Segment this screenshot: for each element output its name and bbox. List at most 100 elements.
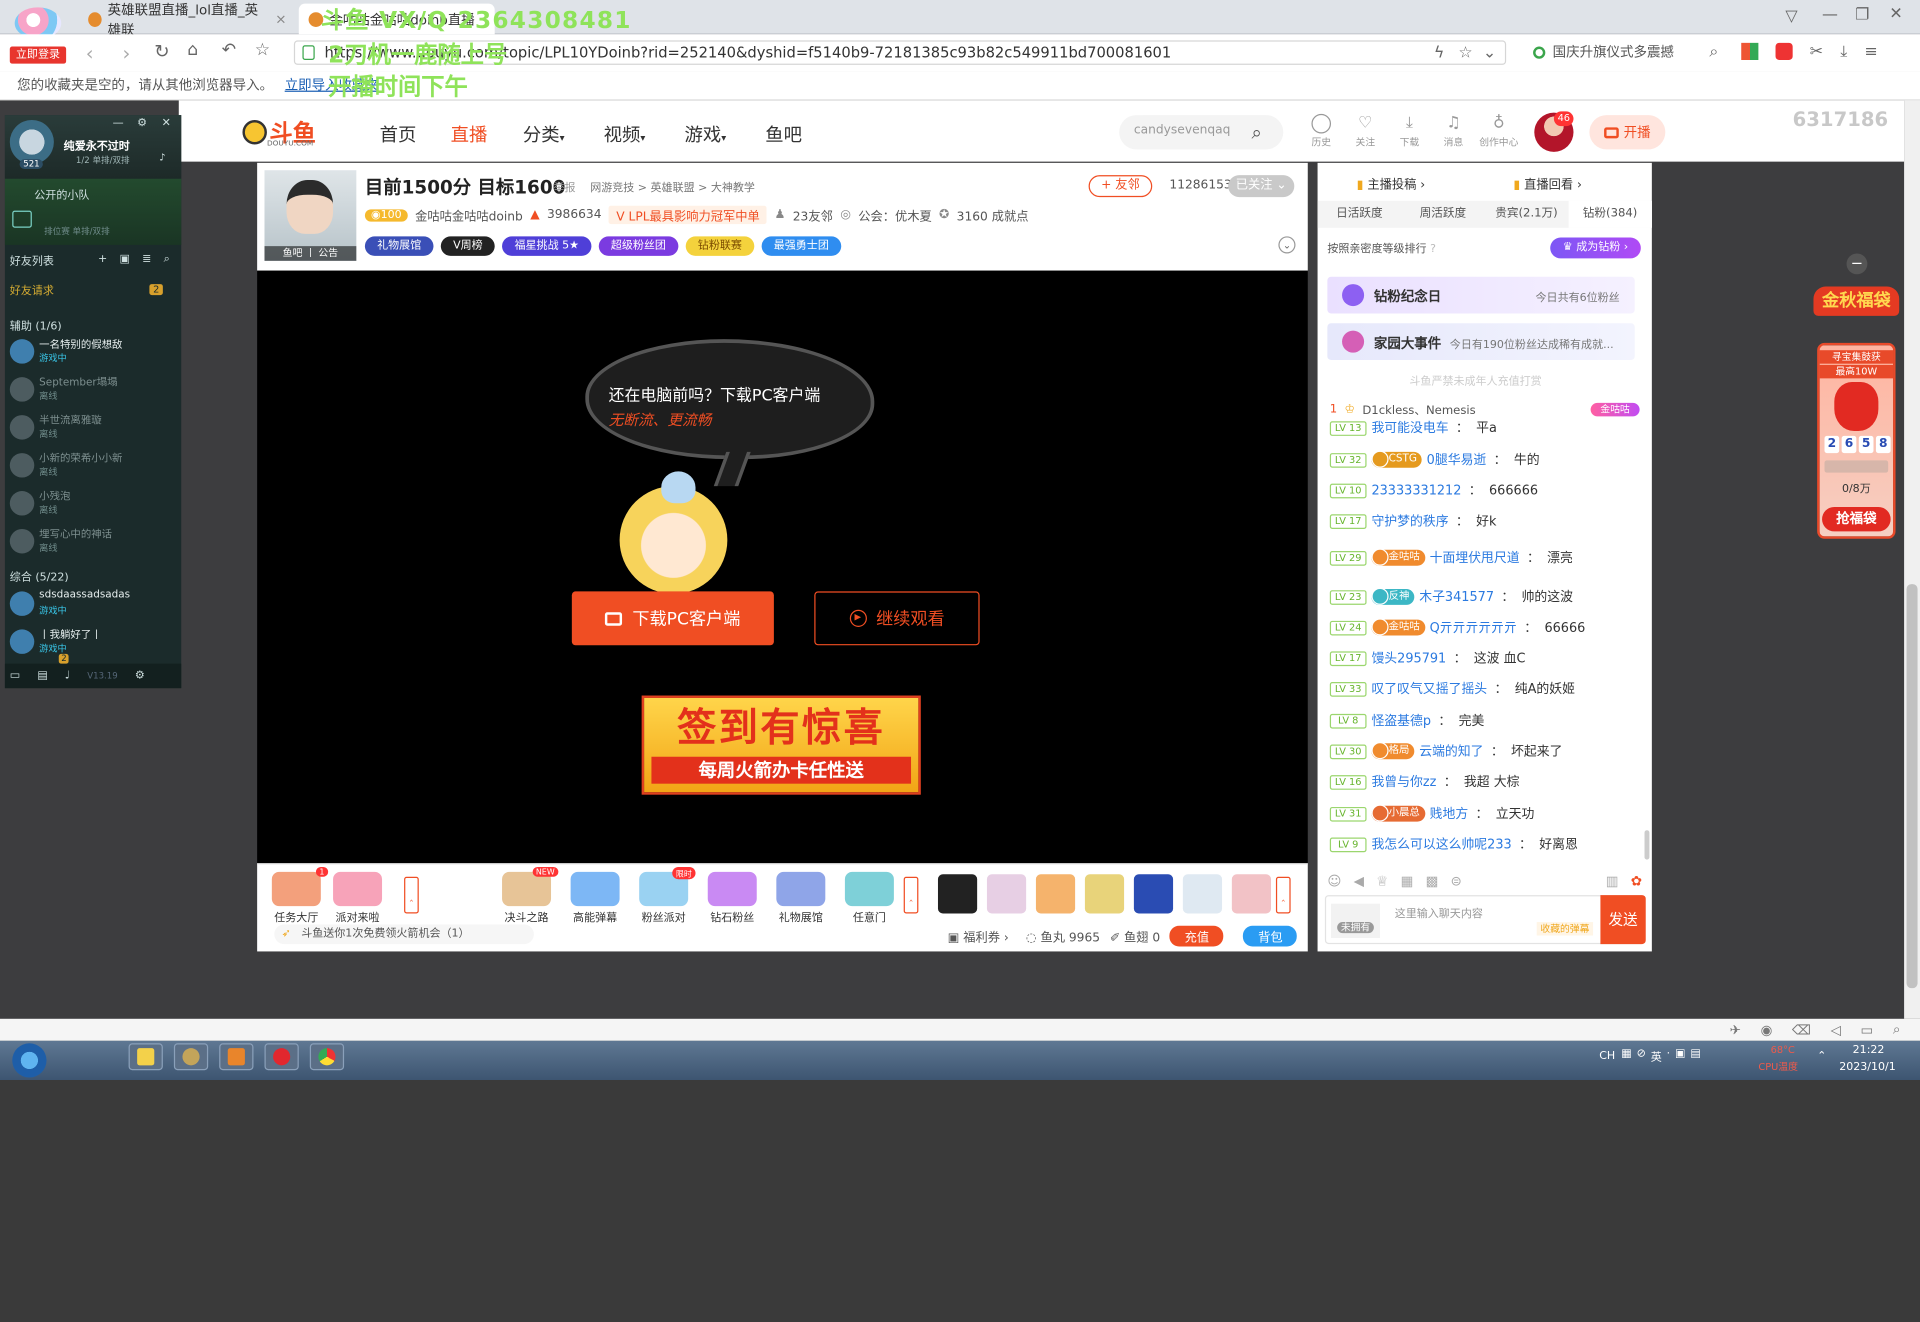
free-rocket-notice[interactable]: ➶ 斗鱼送你1次免费领火箭机会（1） [274,924,534,945]
download-button[interactable]: ⤓ 下载 [1391,114,1428,150]
chat-username[interactable]: 守护梦的秩序 [1371,512,1448,530]
qq-list-icon[interactable]: ≣ [142,253,151,265]
nav-video[interactable]: 视频▾ [604,121,646,147]
gift-entry[interactable]: 钻石粉丝 [703,871,762,924]
chat-message[interactable]: LV 23 反神 木子341577 ： 帅的这波 [1329,587,1573,606]
chat-message[interactable]: LV 8 怪盗基德p ： 完美 [1329,711,1484,729]
page-scrollbar[interactable] [1904,100,1920,1019]
chat-username[interactable]: 贱地方 [1430,804,1469,822]
diamond-anniversary-notice[interactable]: 钻粉纪念日 今日共有6位粉丝 [1327,276,1635,314]
download-icon[interactable]: ⤓ [1840,43,1847,61]
refresh-icon[interactable]: ↻ [154,40,169,62]
room-chip[interactable]: 最强勇士团 [761,236,842,256]
tray-language[interactable]: CH [1599,1051,1615,1063]
qq-search-icon[interactable]: ⌕ [164,253,170,265]
qq-avatar[interactable] [9,120,54,165]
taskbar-app-yellow[interactable] [128,1043,163,1071]
friends-count[interactable]: 23友邻 [793,206,833,224]
backpack-button[interactable]: 背包 [1243,925,1298,947]
qq-friend-row[interactable]: 小残泡 离线 [5,485,181,523]
taskbar-app-lol[interactable] [173,1043,209,1071]
home-icon[interactable]: ⌂ [187,40,198,60]
history-button[interactable]: 历史 [1303,113,1340,150]
lucky-bag-widget[interactable]: 金秋福袋 寻宝集鼓获 最高10W 2658 0/8万 抢福袋 [1813,284,1900,561]
browser-search-box[interactable]: 国庆升旗仪式多震撼 ⌕ [1528,40,1729,64]
chat-username[interactable]: 我曾与你zz [1371,773,1436,791]
search-icon[interactable]: ⌕ [1709,40,1718,64]
favorite-icon[interactable]: ☆ [1458,43,1472,65]
expand-chevron-icon[interactable]: ⌄ [1278,236,1296,254]
chat-message[interactable]: LV 10 23333331212 ： 666666 [1329,481,1538,499]
status-share-icon[interactable]: ✈ [1730,1022,1741,1038]
gift-rocket-icon[interactable] [1133,874,1174,914]
room-chip[interactable]: 福星挑战 5★ [502,236,592,256]
rank-tab[interactable]: 周活跃度 [1401,201,1485,228]
qq-friend-row[interactable]: 小新的荣希小小新 离线 [5,447,181,485]
qq-friend-row[interactable]: 丨我躺好了丨 游戏中 [5,623,181,661]
chat-message[interactable]: LV 30 格局 云端的知了 ： 坏起来了 [1329,742,1562,760]
site-search-box[interactable]: candysevenqaq ⌕ [1119,115,1284,150]
fan-icon[interactable]: ▦ [1401,873,1414,889]
gift-entry[interactable]: 任意门 [840,871,899,924]
chat-username[interactable]: 我可能没电车 [1371,419,1448,437]
streamer-posts-tab[interactable]: ▮ 主播投稿 › [1357,174,1425,192]
chat-message[interactable]: LV 31 小晨总 贱地方 ： 立天功 [1329,804,1534,822]
gift-cake-icon[interactable] [1035,874,1076,914]
tray-grid-icon[interactable]: ▦ [1621,1048,1631,1064]
taskbar-app-orange[interactable] [219,1043,254,1071]
download-client-button[interactable]: 下载PC客户端 [571,591,774,646]
chat-message[interactable]: LV 24 金咕咕 Q亓亓亓亓亓亓 ： 66666 [1329,618,1585,636]
tray-folder-icon[interactable]: ▤ [1690,1048,1700,1064]
tab-lol-live[interactable]: 英雄联盟直播_lol直播_英雄联 × [78,2,296,37]
back-icon[interactable]: ‹ [86,42,94,65]
gift-left-collapse[interactable]: ‸ [404,876,419,914]
taskbar-app-red[interactable] [264,1043,299,1071]
creator-center-button[interactable]: ♁ 创作中心 [1474,114,1523,150]
saved-danmu-hint[interactable]: 收藏的弹幕 [1536,922,1594,936]
room-chip[interactable]: V周榜 [440,236,495,256]
gift-strip-next[interactable]: ‸ [1275,876,1291,914]
chat-message[interactable]: LV 32 CSTG 0腿华易逝 ： 牛的 [1329,450,1540,469]
qq-friend-row[interactable]: 一名特别的假想敌 游戏中 [5,333,181,371]
top-rank-row[interactable]: 1 ♔ D1ckless、Nemesis 金咕咕 [1330,399,1640,419]
nav-fishbar[interactable]: 鱼吧 [765,121,802,147]
nav-category[interactable]: 分类▾ [523,121,565,147]
friend-neighbor-button[interactable]: + 友邻 [1088,175,1153,198]
gift-entry[interactable]: 决斗之路 NEW [497,866,559,924]
tray-up-arrow-icon[interactable]: ⌃ [1817,1051,1826,1063]
qq-friend-row[interactable]: sdsdaassadsadas 游戏中 [5,585,181,623]
window-close-icon[interactable]: ✕ [1889,5,1902,23]
chat-input-box[interactable]: 未拥有 这里输入聊天内容 收藏的弹幕 发送 [1324,895,1646,945]
chat-username[interactable]: 叹了叹气又摇了摇头 [1371,680,1487,698]
tray-dot-icon[interactable]: · [1667,1048,1671,1064]
start-button[interactable] [12,1043,47,1078]
replay-tab[interactable]: ▮ 直播回看 › [1513,174,1581,192]
status-sound-icon[interactable]: ◁ [1831,1022,1841,1038]
crown-icon[interactable]: ♕ [1376,873,1388,889]
promo-close-icon[interactable]: − [1846,253,1868,275]
login-badge[interactable]: 立即登录 [9,46,67,64]
window-restore-icon[interactable]: ❐ [1855,6,1869,24]
chat-username[interactable]: 0腿华易逝 [1427,451,1487,469]
status-window-icon[interactable]: ▭ [1861,1022,1874,1038]
streamer-name[interactable]: 金咕咕金咕咕doinb [415,206,523,224]
room-chip[interactable]: 礼物展馆 [364,236,434,256]
gift-entry[interactable]: 高能弹幕 [566,871,625,924]
apps-icon[interactable] [1741,42,1759,61]
gift-entry[interactable]: 派对来啦 [328,871,387,924]
chat-username[interactable]: 十面埋伏甩尺道 [1430,549,1520,567]
douyu-logo[interactable]: 斗鱼 DOUYU.COM [242,118,323,150]
chat-message[interactable]: LV 17 馒头295791 ： 这波 血C [1329,649,1525,667]
chat-message[interactable]: LV 16 我曾与你zz ： 我超 大棕 [1329,773,1519,791]
chat-scrollbar[interactable] [1644,830,1650,860]
scissors-icon[interactable]: ✂ [1810,43,1823,61]
bookmark-star-icon[interactable]: ☆ [255,40,270,60]
qq-bell-icon[interactable]: ♪ [159,152,165,163]
welfare-coupon[interactable]: ▣ 福利券 › [948,927,1009,945]
lightning-icon[interactable]: ϟ [1434,43,1445,65]
site-search-input[interactable]: candysevenqaq [1134,124,1231,137]
tray-network-icon[interactable]: ▣ [1675,1048,1685,1064]
lock-icon[interactable]: ⊜ [1451,873,1462,889]
taskbar-app-browser[interactable] [309,1043,345,1071]
status-eye-icon[interactable]: ◉ [1761,1022,1773,1038]
